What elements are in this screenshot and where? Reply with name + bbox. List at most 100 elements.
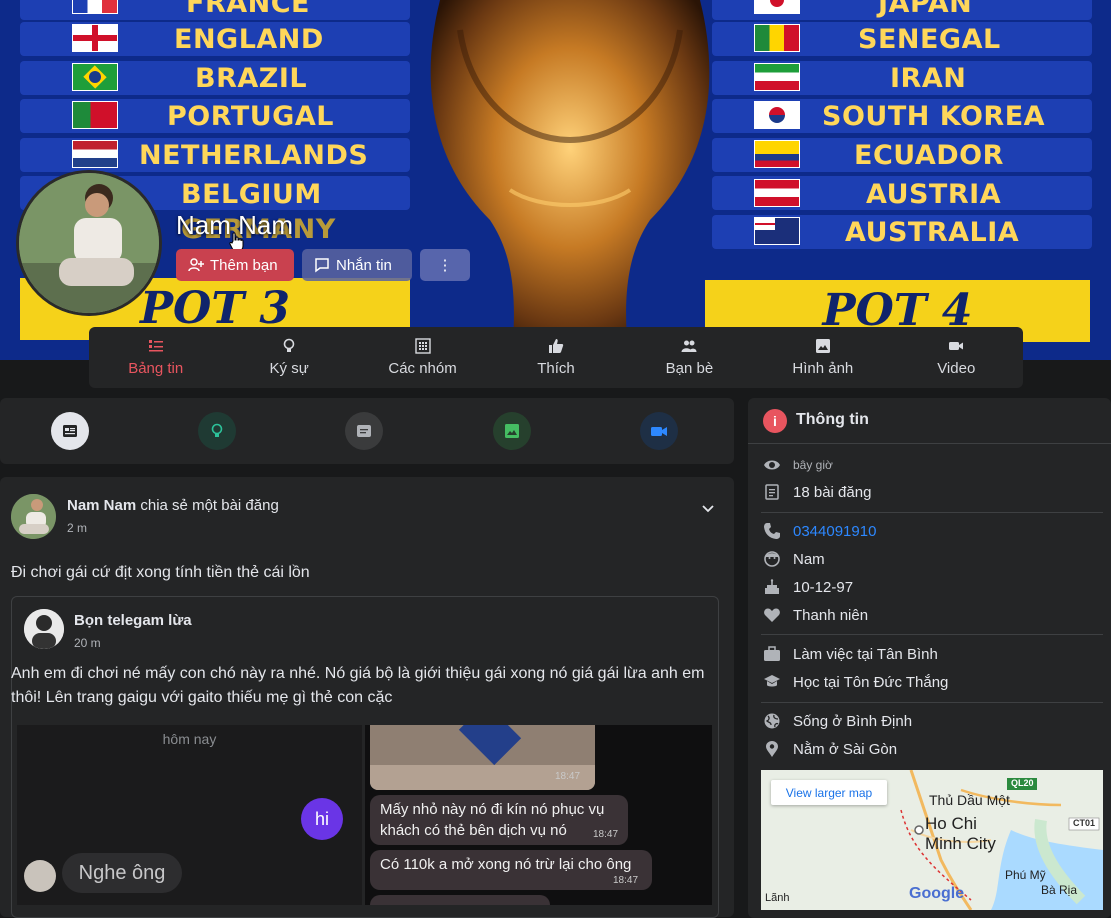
message-label: Nhắn tin — [336, 256, 392, 274]
view-larger-map-link[interactable]: View larger map — [771, 780, 887, 805]
post-header: Nam Nam chia sẻ một bài đăng — [67, 497, 279, 514]
map-city-label: Thủ Dầu Một — [929, 792, 1010, 808]
profile-nav: Bảng tin Ký sự Các nhóm Thích Bạn bè Hìn… — [89, 327, 1023, 388]
flag-icon — [754, 179, 800, 207]
message-button[interactable]: Nhắn tin — [302, 249, 412, 281]
road-label: CT01 — [1073, 818, 1096, 828]
tab-likes[interactable]: Thích — [489, 327, 622, 388]
add-friend-label: Thêm bạn — [210, 256, 278, 274]
country-name: ENGLAND — [174, 24, 324, 55]
gender-text: Nam — [793, 550, 825, 568]
post-type-filter — [0, 398, 734, 464]
info-icon: i — [763, 409, 787, 433]
chat-message: Có 110k a mở xong nó trừ lại cho ông — [380, 856, 632, 873]
tab-feed[interactable]: Bảng tin — [89, 327, 222, 388]
divider — [761, 512, 1103, 513]
filter-photo-button[interactable] — [493, 412, 531, 450]
add-user-icon — [188, 258, 204, 272]
country-name: NETHERLANDS — [139, 140, 369, 171]
more-options-button[interactable]: ⋮ — [420, 249, 470, 281]
post-author-name[interactable]: Nam Nam — [67, 497, 136, 514]
tab-photos[interactable]: Hình ảnh — [756, 327, 889, 388]
chat-screenshot-left[interactable]: hôm nay hi Nghe ông — [17, 725, 362, 905]
flag-icon — [754, 217, 800, 245]
shared-text: Anh em đi chơi né mấy con chó này ra nhé… — [11, 665, 705, 706]
location-pin-icon — [766, 741, 778, 757]
work-text: Làm việc tại Tân Bình — [793, 645, 938, 663]
country-name: BELGIUM — [181, 179, 322, 210]
bulb-icon — [283, 338, 295, 352]
filter-text-button[interactable] — [345, 412, 383, 450]
flag-icon — [754, 24, 800, 52]
groups-icon — [414, 338, 431, 354]
trophy-image — [430, 0, 710, 360]
tab-friends[interactable]: Bạn bè — [623, 327, 756, 388]
flag-icon — [72, 140, 118, 168]
filter-notes-button[interactable] — [198, 412, 236, 450]
profile-avatar[interactable] — [16, 170, 162, 316]
info-location: Nằm ở Sài Gòn — [763, 740, 897, 758]
tab-notes-label: Ký sự — [269, 360, 309, 377]
info-birthday: 10-12-97 — [763, 578, 853, 596]
friends-icon — [681, 340, 697, 352]
country-name: AUSTRALIA — [845, 217, 1020, 248]
country-name: FRANCE — [186, 0, 310, 19]
country-name: BRAZIL — [195, 63, 308, 94]
flag-icon — [72, 101, 118, 129]
divider — [761, 634, 1103, 635]
info-title: Thông tin — [796, 411, 869, 428]
tab-groups[interactable]: Các nhóm — [356, 327, 489, 388]
video-icon — [949, 342, 964, 350]
shared-author-avatar[interactable] — [24, 609, 64, 649]
chat-bubble: Mấy nhỏ này nó đi kín nó phục vụ khách c… — [370, 795, 628, 845]
image-icon — [505, 424, 519, 438]
tab-groups-label: Các nhóm — [388, 360, 457, 377]
flag-icon — [754, 101, 800, 129]
divider — [748, 443, 1111, 444]
country-name: ECUADOR — [854, 140, 1004, 171]
google-logo: Google — [909, 885, 965, 902]
graduation-cap-icon — [764, 675, 780, 687]
flag-icon — [754, 0, 800, 14]
tab-notes[interactable]: Ký sự — [222, 327, 355, 388]
tab-friends-label: Bạn bè — [665, 360, 714, 377]
chat-day-label: hôm nay — [162, 731, 217, 747]
shared-time[interactable]: 20 m — [74, 636, 101, 650]
flag-icon — [72, 24, 118, 52]
filter-video-button[interactable] — [640, 412, 678, 450]
like-icon — [548, 339, 564, 353]
birthday-text: 10-12-97 — [793, 578, 854, 596]
tab-likes-label: Thích — [537, 360, 575, 377]
chat-time: 18:47 — [555, 771, 581, 782]
relationship-text: Thanh niên — [793, 606, 869, 624]
road-label: QL20 — [1011, 778, 1034, 788]
posts-count: 18 bài đăng — [793, 483, 872, 501]
phone-link[interactable]: 0344091910 — [793, 523, 876, 540]
post-time[interactable]: 2 m — [67, 521, 87, 535]
info-relationship: Thanh niên — [763, 606, 868, 624]
image-icon — [815, 339, 830, 353]
cover-photo: FRANCE ENGLAND BRAZIL PORTUGAL NETHERLAN… — [0, 0, 1111, 360]
lives-text: Sống ở Bình Định — [793, 712, 913, 730]
filter-status-button[interactable] — [51, 412, 89, 450]
add-friend-button[interactable]: Thêm bạn — [176, 249, 294, 281]
chat-bubble — [370, 895, 550, 905]
country-name: IRAN — [890, 63, 967, 94]
info-phone[interactable]: 0344091910 — [763, 522, 876, 540]
flag-icon — [72, 0, 118, 14]
post-text: Đi chơi gái cứ địt xong tính tiền thẻ cá… — [11, 564, 310, 581]
tab-video[interactable]: Video — [890, 327, 1023, 388]
country-name: JAPAN — [878, 0, 973, 19]
location-text: Nằm ở Sài Gòn — [793, 740, 898, 758]
briefcase-icon — [764, 646, 780, 661]
eye-icon — [764, 460, 780, 470]
chat-screenshot-right[interactable]: 18:47 Mấy nhỏ này nó đi kín nó phục vụ k… — [365, 725, 712, 905]
post-author-avatar[interactable] — [11, 494, 56, 539]
chat-time: 18:47 — [593, 829, 619, 840]
education-text: Học tại Tôn Đức Thắng — [793, 673, 949, 691]
chat-bubble-received: Nghe ông — [62, 853, 182, 893]
chevron-down-icon[interactable] — [700, 500, 716, 516]
info-gender: Nam — [763, 550, 825, 568]
shared-author-name[interactable]: Bọn telegam lừa — [74, 612, 192, 629]
chat-message: Mấy nhỏ này nó đi kín nó phục vụ khách c… — [380, 801, 605, 839]
